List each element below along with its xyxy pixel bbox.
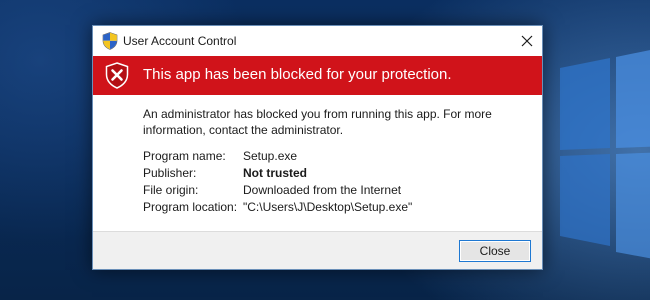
uac-dialog: User Account Control This app has been b…: [92, 25, 543, 270]
detail-value: "C:\Users\J\Desktop\Setup.exe": [243, 200, 413, 214]
banner-heading: This app has been blocked for your prote…: [143, 66, 452, 83]
detail-label: Publisher:: [143, 166, 197, 180]
detail-value: Setup.exe: [243, 149, 298, 163]
dialog-title: User Account Control: [123, 34, 237, 48]
admin-message: An administrator has blocked you from ru…: [143, 107, 492, 137]
blocked-shield-icon: [105, 62, 129, 89]
windows-logo-icon: [560, 50, 650, 259]
title-bar: User Account Control: [93, 26, 542, 56]
uac-shield-icon: [102, 32, 118, 50]
detail-label: Program location:: [143, 200, 238, 214]
detail-label: File origin:: [143, 183, 199, 197]
dialog-footer: Close: [93, 231, 542, 269]
blocked-banner: This app has been blocked for your prote…: [93, 56, 542, 95]
close-icon[interactable]: [518, 32, 536, 50]
close-button[interactable]: Close: [459, 240, 531, 262]
detail-value: Downloaded from the Internet: [243, 183, 402, 197]
detail-value: Not trusted: [243, 166, 307, 180]
detail-label: Program name:: [143, 149, 226, 163]
